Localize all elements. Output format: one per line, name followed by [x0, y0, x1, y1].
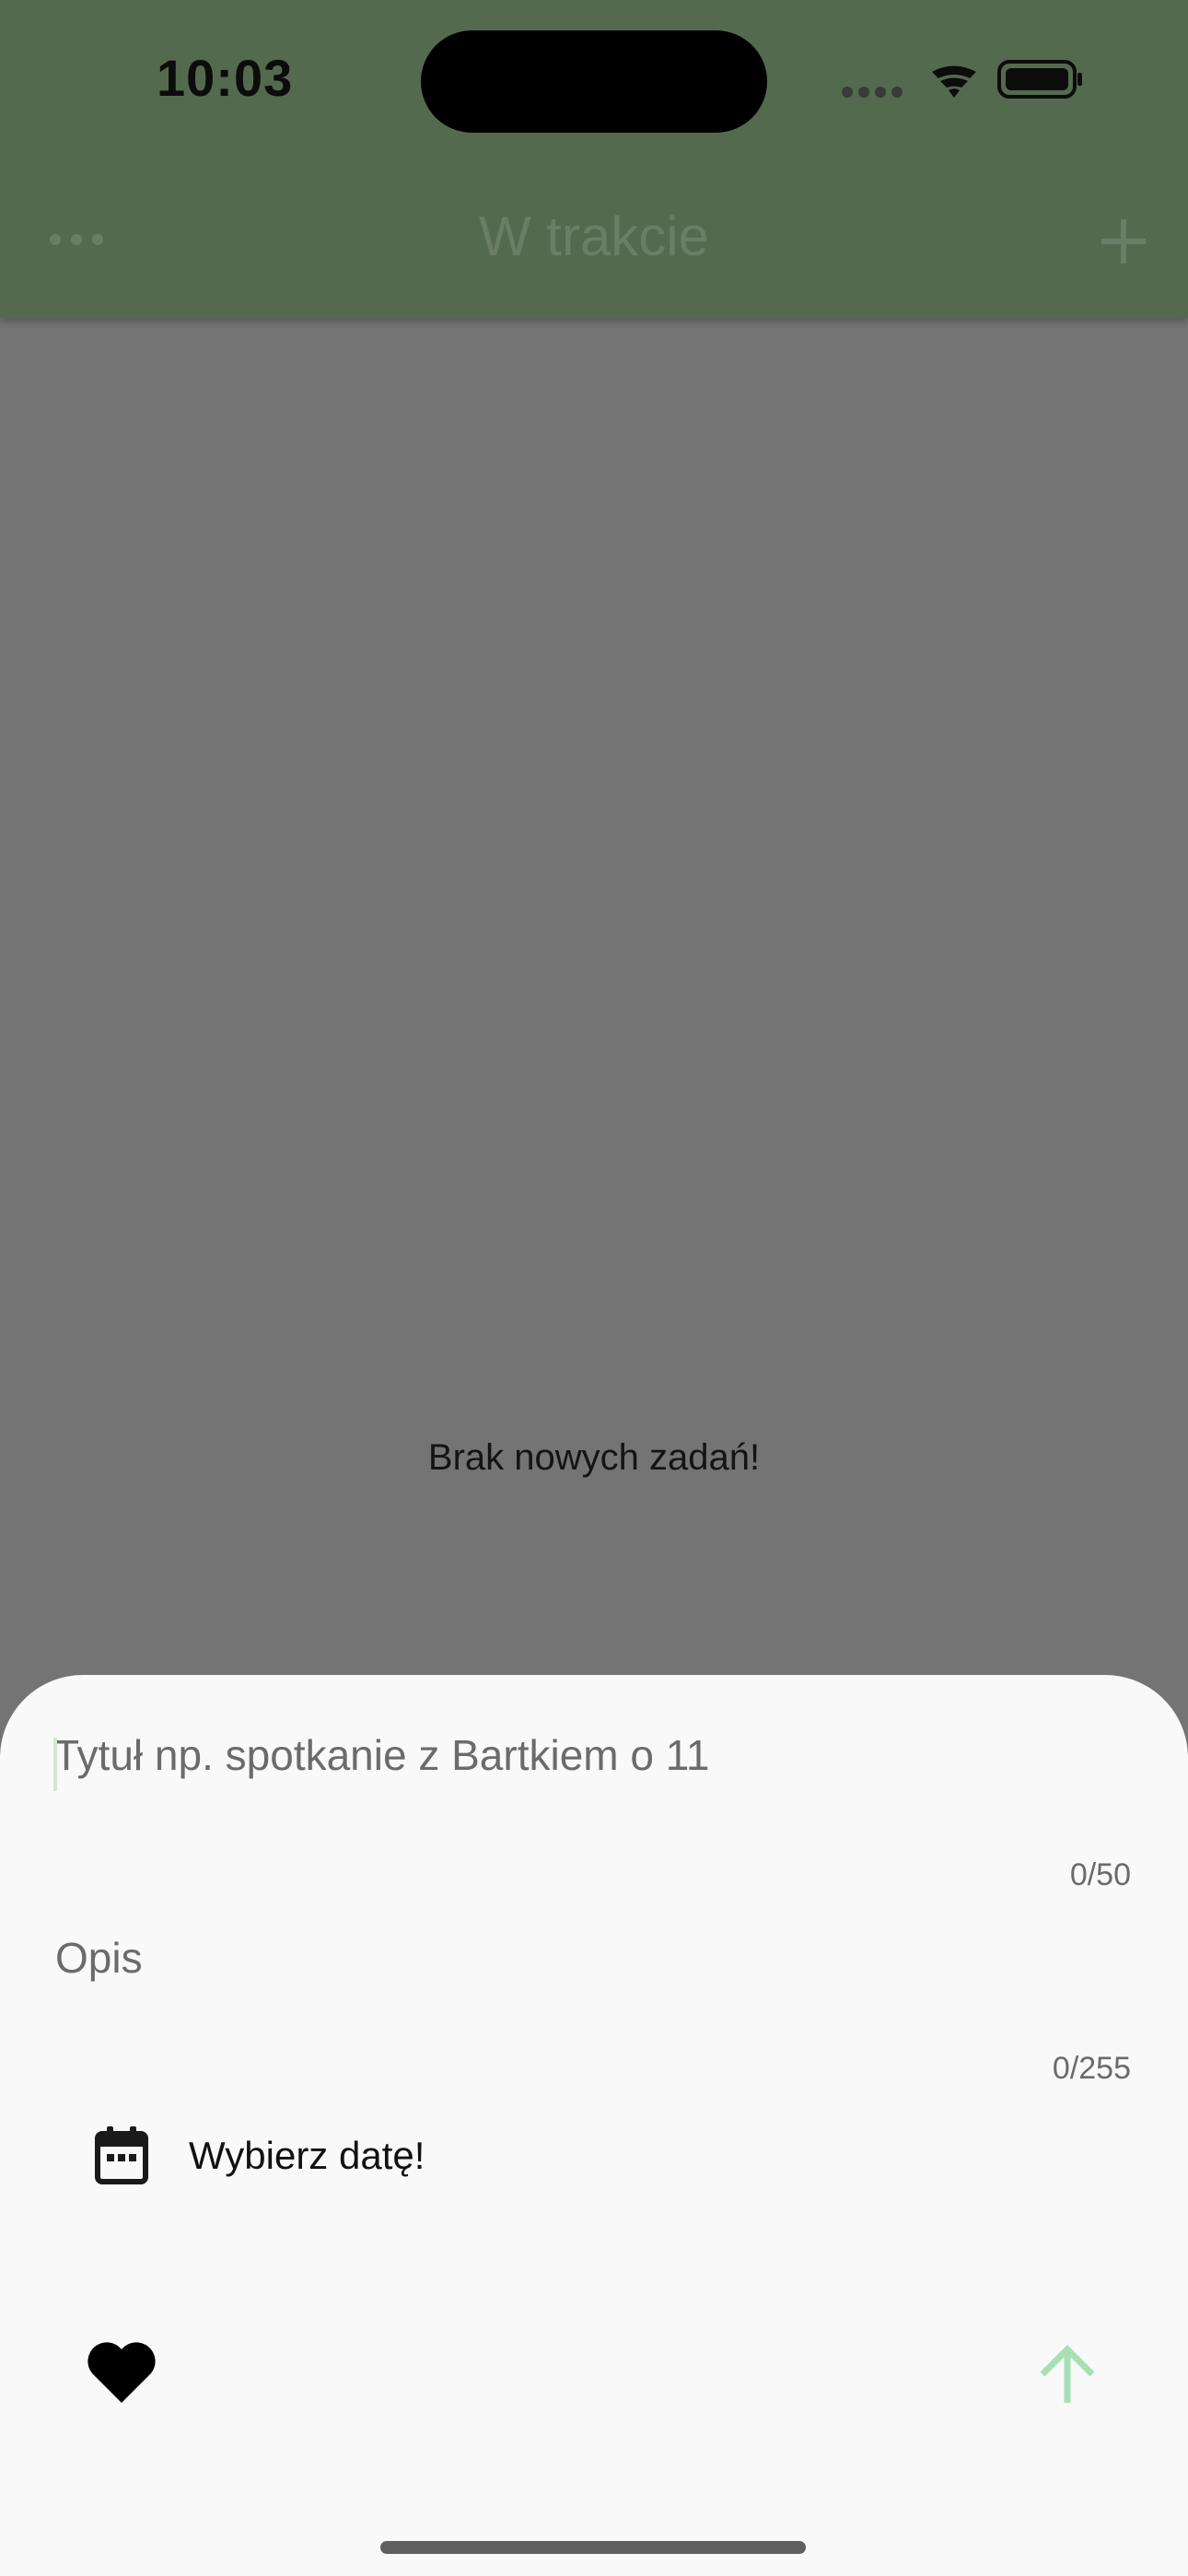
- app-bar: 10:03 W trakcie: [0, 0, 1188, 318]
- date-picker-label: Wybierz datę!: [189, 2134, 425, 2177]
- status-icons: [842, 60, 1082, 99]
- cellular-signal-icon: [842, 87, 903, 98]
- date-picker-button[interactable]: Wybierz datę!: [83, 2108, 635, 2200]
- page-title: W trakcie: [478, 205, 710, 267]
- plus-icon[interactable]: [1096, 214, 1151, 269]
- title-char-counter: 0/50: [1069, 1857, 1131, 1892]
- calendar-icon: [95, 2126, 148, 2184]
- description-char-counter: 0/255: [1052, 2051, 1131, 2086]
- home-indicator[interactable]: [380, 2541, 806, 2554]
- title-input[interactable]: [53, 1730, 1131, 1780]
- empty-state-message: Brak nowych zadań!: [427, 1437, 761, 1478]
- wifi-icon: [932, 65, 976, 98]
- status-time: 10:03: [157, 49, 294, 107]
- new-task-sheet: 0/50 0/255 Wybierz datę!: [0, 1675, 1188, 2576]
- arrow-up-icon[interactable]: [1035, 2342, 1100, 2406]
- description-input[interactable]: [55, 1933, 1133, 1983]
- dynamic-island: [421, 30, 767, 133]
- text-caret: [53, 1738, 57, 1791]
- heart-icon[interactable]: [85, 2338, 158, 2405]
- battery-icon: [997, 60, 1082, 99]
